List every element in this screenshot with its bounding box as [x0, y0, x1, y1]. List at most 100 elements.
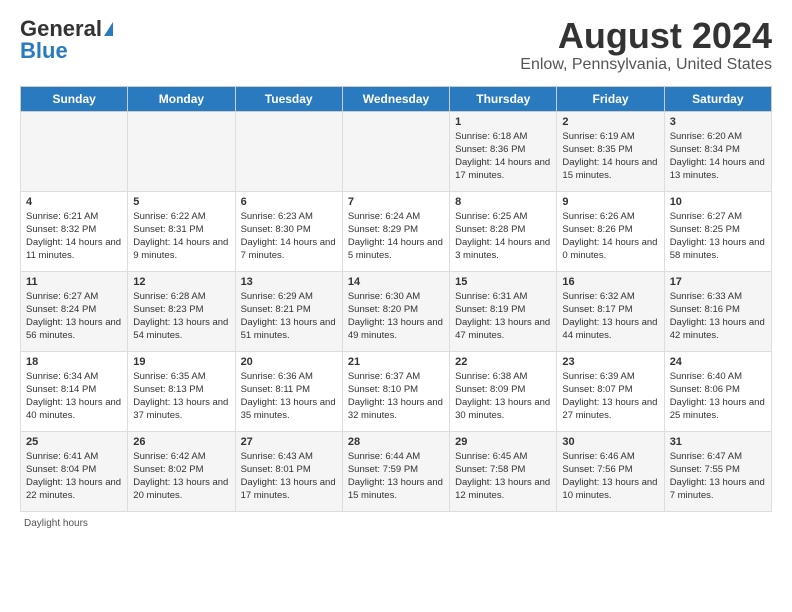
- day-number: 22: [455, 356, 551, 368]
- calendar-day-header: Sunday: [21, 86, 128, 111]
- calendar-cell: [128, 111, 235, 191]
- calendar-cell: 16 Sunrise: 6:32 AM Sunset: 8:17 PM Dayli…: [557, 271, 664, 351]
- calendar-cell: 13 Sunrise: 6:29 AM Sunset: 8:21 PM Dayli…: [235, 271, 342, 351]
- logo: General Blue: [20, 16, 113, 64]
- page-subtitle: Enlow, Pennsylvania, United States: [520, 56, 772, 74]
- day-number: 6: [241, 196, 337, 208]
- day-number: 17: [670, 276, 766, 288]
- day-number: 14: [348, 276, 444, 288]
- day-info: Sunrise: 6:18 AM Sunset: 8:36 PM Dayligh…: [455, 130, 551, 183]
- day-number: 25: [26, 436, 122, 448]
- calendar-cell: 22 Sunrise: 6:38 AM Sunset: 8:09 PM Dayli…: [450, 351, 557, 431]
- calendar-cell: 15Sunrise: 6:31 AM Sunset: 8:19 PM Dayli…: [450, 271, 557, 351]
- calendar-cell: 29Sunrise: 6:45 AM Sunset: 7:58 PM Dayli…: [450, 431, 557, 511]
- header: General Blue August 2024 Enlow, Pennsylv…: [20, 16, 772, 74]
- calendar-day-header: Thursday: [450, 86, 557, 111]
- day-number: 8: [455, 196, 551, 208]
- calendar-cell: 11 Sunrise: 6:27 AM Sunset: 8:24 PM Dayli…: [21, 271, 128, 351]
- day-info: Sunrise: 6:27 AM Sunset: 8:24 PM Dayligh…: [26, 290, 122, 343]
- calendar-cell: 19Sunrise: 6:35 AM Sunset: 8:13 PM Dayli…: [128, 351, 235, 431]
- calendar-cell: 14 Sunrise: 6:30 AM Sunset: 8:20 PM Dayli…: [342, 271, 449, 351]
- day-info: Sunrise: 6:41 AM Sunset: 8:04 PM Dayligh…: [26, 450, 122, 503]
- day-info: Sunrise: 6:39 AM Sunset: 8:07 PM Dayligh…: [562, 370, 658, 423]
- title-block: August 2024 Enlow, Pennsylvania, United …: [520, 16, 772, 74]
- calendar-cell: 27 Sunrise: 6:43 AM Sunset: 8:01 PM Dayli…: [235, 431, 342, 511]
- calendar-cell: 12 Sunrise: 6:28 AM Sunset: 8:23 PM Dayli…: [128, 271, 235, 351]
- day-number: 27: [241, 436, 337, 448]
- day-number: 3: [670, 116, 766, 128]
- day-info: Sunrise: 6:33 AM Sunset: 8:16 PM Dayligh…: [670, 290, 766, 343]
- calendar-day-header: Wednesday: [342, 86, 449, 111]
- day-info: Sunrise: 6:30 AM Sunset: 8:20 PM Dayligh…: [348, 290, 444, 343]
- day-info: Sunrise: 6:28 AM Sunset: 8:23 PM Dayligh…: [133, 290, 229, 343]
- footer: Daylight hours: [20, 518, 772, 529]
- day-number: 31: [670, 436, 766, 448]
- logo-blue: Blue: [20, 38, 68, 64]
- day-info: Sunrise: 6:21 AM Sunset: 8:32 PM Dayligh…: [26, 210, 122, 263]
- day-number: 11: [26, 276, 122, 288]
- day-number: 4: [26, 196, 122, 208]
- calendar-cell: 5 Sunrise: 6:22 AM Sunset: 8:31 PM Daylig…: [128, 191, 235, 271]
- calendar-day-header: Friday: [557, 86, 664, 111]
- calendar-cell: 30 Sunrise: 6:46 AM Sunset: 7:56 PM Dayli…: [557, 431, 664, 511]
- calendar-cell: 21 Sunrise: 6:37 AM Sunset: 8:10 PM Dayli…: [342, 351, 449, 431]
- day-number: 19: [133, 356, 229, 368]
- day-info: Sunrise: 6:36 AM Sunset: 8:11 PM Dayligh…: [241, 370, 337, 423]
- day-number: 23: [562, 356, 658, 368]
- day-info: Sunrise: 6:29 AM Sunset: 8:21 PM Dayligh…: [241, 290, 337, 343]
- calendar-day-header: Saturday: [664, 86, 771, 111]
- day-info: Sunrise: 6:40 AM Sunset: 8:06 PM Dayligh…: [670, 370, 766, 423]
- calendar-cell: 1 Sunrise: 6:18 AM Sunset: 8:36 PM Daylig…: [450, 111, 557, 191]
- day-number: 1: [455, 116, 551, 128]
- day-info: Sunrise: 6:38 AM Sunset: 8:09 PM Dayligh…: [455, 370, 551, 423]
- day-info: Sunrise: 6:24 AM Sunset: 8:29 PM Dayligh…: [348, 210, 444, 263]
- footer-text: Daylight hours: [24, 518, 88, 529]
- day-number: 26: [133, 436, 229, 448]
- calendar-day-header: Tuesday: [235, 86, 342, 111]
- day-info: Sunrise: 6:23 AM Sunset: 8:30 PM Dayligh…: [241, 210, 337, 263]
- calendar-cell: 9 Sunrise: 6:26 AM Sunset: 8:26 PM Daylig…: [557, 191, 664, 271]
- day-number: 18: [26, 356, 122, 368]
- day-info: Sunrise: 6:19 AM Sunset: 8:35 PM Dayligh…: [562, 130, 658, 183]
- calendar-cell: [21, 111, 128, 191]
- logo-triangle-icon: [104, 22, 113, 36]
- day-info: Sunrise: 6:47 AM Sunset: 7:55 PM Dayligh…: [670, 450, 766, 503]
- day-info: Sunrise: 6:43 AM Sunset: 8:01 PM Dayligh…: [241, 450, 337, 503]
- day-number: 13: [241, 276, 337, 288]
- calendar-week-row: 25 Sunrise: 6:41 AM Sunset: 8:04 PM Dayli…: [21, 431, 772, 511]
- day-number: 7: [348, 196, 444, 208]
- day-number: 5: [133, 196, 229, 208]
- calendar-week-row: 11 Sunrise: 6:27 AM Sunset: 8:24 PM Dayli…: [21, 271, 772, 351]
- calendar-cell: 23 Sunrise: 6:39 AM Sunset: 8:07 PM Dayli…: [557, 351, 664, 431]
- calendar-cell: [235, 111, 342, 191]
- day-info: Sunrise: 6:44 AM Sunset: 7:59 PM Dayligh…: [348, 450, 444, 503]
- calendar-cell: 24Sunrise: 6:40 AM Sunset: 8:06 PM Dayli…: [664, 351, 771, 431]
- calendar-week-row: 4 Sunrise: 6:21 AM Sunset: 8:32 PM Daylig…: [21, 191, 772, 271]
- calendar-cell: 6 Sunrise: 6:23 AM Sunset: 8:30 PM Daylig…: [235, 191, 342, 271]
- day-info: Sunrise: 6:26 AM Sunset: 8:26 PM Dayligh…: [562, 210, 658, 263]
- day-number: 9: [562, 196, 658, 208]
- calendar-table: SundayMondayTuesdayWednesdayThursdayFrid…: [20, 86, 772, 512]
- day-number: 21: [348, 356, 444, 368]
- day-number: 2: [562, 116, 658, 128]
- day-number: 12: [133, 276, 229, 288]
- day-number: 16: [562, 276, 658, 288]
- day-info: Sunrise: 6:32 AM Sunset: 8:17 PM Dayligh…: [562, 290, 658, 343]
- day-number: 30: [562, 436, 658, 448]
- calendar-cell: 31 Sunrise: 6:47 AM Sunset: 7:55 PM Dayli…: [664, 431, 771, 511]
- calendar-cell: 20Sunrise: 6:36 AM Sunset: 8:11 PM Dayli…: [235, 351, 342, 431]
- calendar-cell: 18Sunrise: 6:34 AM Sunset: 8:14 PM Dayli…: [21, 351, 128, 431]
- day-info: Sunrise: 6:46 AM Sunset: 7:56 PM Dayligh…: [562, 450, 658, 503]
- day-info: Sunrise: 6:27 AM Sunset: 8:25 PM Dayligh…: [670, 210, 766, 263]
- day-info: Sunrise: 6:37 AM Sunset: 8:10 PM Dayligh…: [348, 370, 444, 423]
- day-number: 15: [455, 276, 551, 288]
- day-info: Sunrise: 6:22 AM Sunset: 8:31 PM Dayligh…: [133, 210, 229, 263]
- calendar-cell: 2 Sunrise: 6:19 AM Sunset: 8:35 PM Daylig…: [557, 111, 664, 191]
- calendar-cell: 7 Sunrise: 6:24 AM Sunset: 8:29 PM Daylig…: [342, 191, 449, 271]
- calendar-week-row: 18Sunrise: 6:34 AM Sunset: 8:14 PM Dayli…: [21, 351, 772, 431]
- calendar-cell: 10Sunrise: 6:27 AM Sunset: 8:25 PM Dayli…: [664, 191, 771, 271]
- calendar-week-row: 1 Sunrise: 6:18 AM Sunset: 8:36 PM Daylig…: [21, 111, 772, 191]
- calendar-cell: 17 Sunrise: 6:33 AM Sunset: 8:16 PM Dayli…: [664, 271, 771, 351]
- day-number: 29: [455, 436, 551, 448]
- calendar-cell: 28Sunrise: 6:44 AM Sunset: 7:59 PM Dayli…: [342, 431, 449, 511]
